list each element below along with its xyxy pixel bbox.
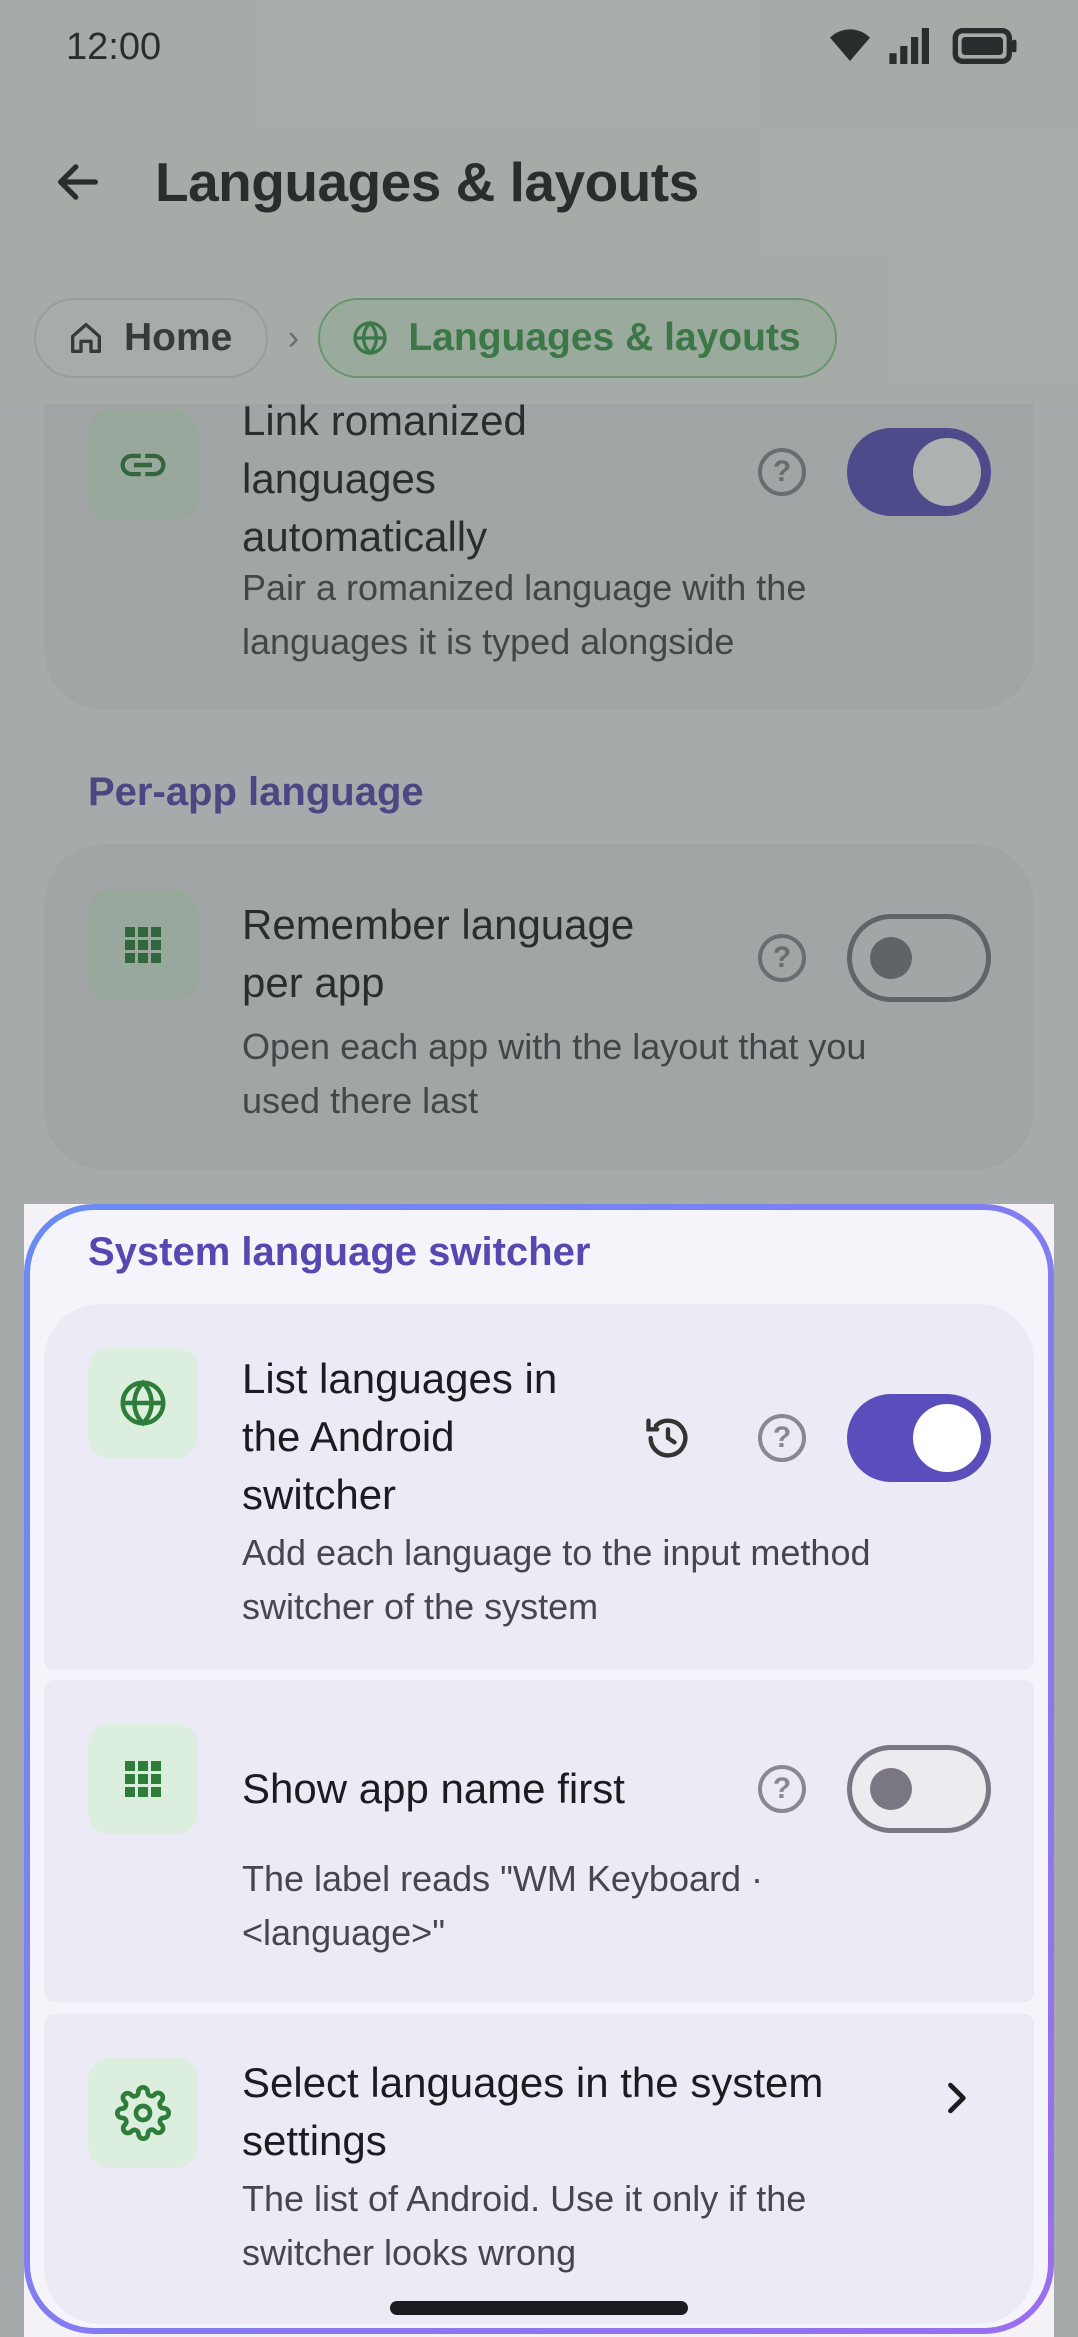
page-title: Languages & layouts bbox=[155, 151, 699, 213]
title-line: Select languages in the system bbox=[242, 2059, 824, 2106]
app-header: 12:00 Languages & layouts Home › Languag… bbox=[0, 0, 1078, 404]
status-time: 12:00 bbox=[66, 26, 162, 68]
gear-icon-tile bbox=[88, 2058, 198, 2168]
desc-line: The list of Android. Use it only if the bbox=[242, 2178, 807, 2219]
battery-icon bbox=[952, 28, 1017, 64]
status-icons bbox=[830, 28, 1018, 64]
home-icon bbox=[71, 323, 102, 353]
gear-icon bbox=[115, 2085, 171, 2141]
arrow-left-icon bbox=[58, 164, 98, 200]
breadcrumb-separator: › bbox=[287, 318, 300, 357]
app-name-first-card[interactable]: Show app name first ? The label reads "W… bbox=[44, 1680, 1034, 2002]
breadcrumb: Home › Languages & layouts bbox=[34, 298, 837, 378]
list-in-switcher-toggle[interactable] bbox=[847, 1394, 991, 1482]
desc-line: The label reads "WM Keyboard · bbox=[242, 1858, 763, 1899]
app-name-first-toggle[interactable] bbox=[847, 1745, 991, 1833]
globe-icon bbox=[353, 320, 388, 356]
breadcrumb-current[interactable]: Languages & layouts bbox=[318, 298, 837, 378]
desc-line: <language>" bbox=[242, 1912, 445, 1953]
history-icon[interactable] bbox=[642, 1412, 694, 1464]
app-grid-icon bbox=[125, 1761, 161, 1797]
breadcrumb-home-label: Home bbox=[124, 316, 233, 359]
system-settings-description: The list of Android. Use it only if the … bbox=[242, 2172, 982, 2280]
signal-icon bbox=[889, 28, 929, 64]
desc-line: Add each language to the input method bbox=[242, 1532, 871, 1573]
title-line: List languages in bbox=[242, 1355, 558, 1402]
grid-icon-tile bbox=[88, 1724, 198, 1834]
toggle-knob bbox=[913, 1404, 981, 1472]
toggle-knob bbox=[870, 1768, 912, 1810]
settings-screen: Link romanized languages automatically ?… bbox=[0, 0, 1078, 2337]
back-button[interactable] bbox=[44, 148, 112, 216]
desc-line: switcher of the system bbox=[242, 1586, 599, 1627]
globe-icon bbox=[120, 1379, 166, 1427]
chevron-right-icon bbox=[948, 2082, 966, 2114]
help-icon[interactable]: ? bbox=[758, 1765, 806, 1813]
app-name-first-title: Show app name first bbox=[242, 1765, 625, 1812]
list-in-switcher-card[interactable]: List languages in the Android switcher ?… bbox=[44, 1304, 1034, 1670]
title-line: settings bbox=[242, 2117, 387, 2164]
help-icon[interactable]: ? bbox=[758, 1414, 806, 1462]
globe-icon-tile bbox=[88, 1348, 198, 1458]
list-in-switcher-description: Add each language to the input method sw… bbox=[242, 1526, 982, 1634]
title-line: the Android bbox=[242, 1413, 455, 1460]
wifi-icon bbox=[830, 29, 870, 61]
desc-line: switcher looks wrong bbox=[242, 2232, 577, 2273]
breadcrumb-current-label: Languages & layouts bbox=[408, 316, 801, 359]
section-heading-system-switcher: System language switcher bbox=[88, 1230, 591, 1274]
title-line: switcher bbox=[242, 1471, 397, 1518]
system-settings-card[interactable]: Select languages in the system settings … bbox=[44, 2014, 1034, 2324]
list-in-switcher-title: List languages in the Android switcher bbox=[242, 1350, 557, 1524]
breadcrumb-home[interactable]: Home bbox=[34, 298, 269, 378]
system-settings-title: Select languages in the system settings bbox=[242, 2054, 823, 2170]
app-name-first-description: The label reads "WM Keyboard · <language… bbox=[242, 1852, 982, 1960]
home-indicator[interactable] bbox=[390, 2301, 688, 2315]
